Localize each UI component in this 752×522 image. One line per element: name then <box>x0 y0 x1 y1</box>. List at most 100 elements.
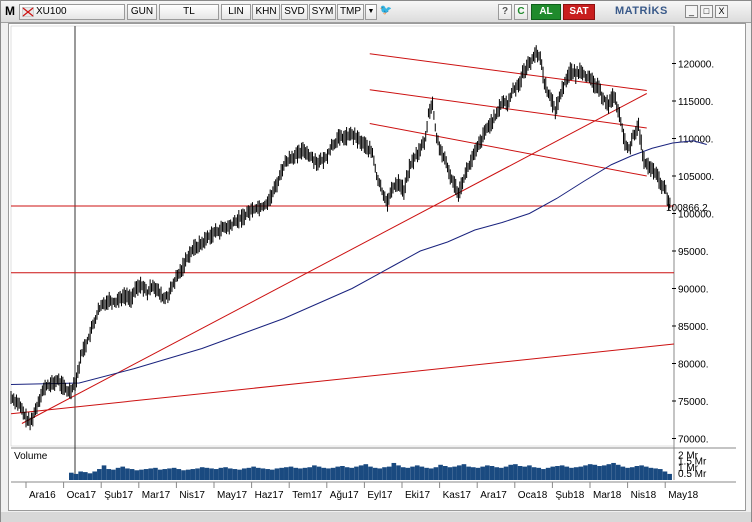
volume-bar <box>634 466 640 480</box>
volume-bar <box>583 465 588 480</box>
x-tick-label: Eki17 <box>405 490 430 501</box>
volume-bar <box>438 464 443 480</box>
volume-bar <box>78 471 83 480</box>
volume-bar <box>134 470 140 480</box>
volume-bar <box>363 464 369 480</box>
x-tick-label: Haz17 <box>255 490 284 501</box>
price-chart[interactable]: 70000.75000.80000.85000.90000.95000.1000… <box>9 24 745 510</box>
moving-average-line <box>10 140 707 385</box>
volume-bar <box>513 464 518 480</box>
volume-bar <box>354 466 359 480</box>
symbol-label: XU100 <box>36 6 67 17</box>
volume-bar <box>620 466 626 480</box>
sym-button[interactable]: SYM <box>309 4 336 20</box>
c-button[interactable]: C <box>514 4 528 20</box>
help-icon[interactable]: ? <box>498 4 512 20</box>
volume-bar <box>405 467 411 480</box>
chart-window: M XU100 GUN TL LIN KHN SVD SYM TMP ▼ 🐦 ?… <box>0 0 752 522</box>
volume-bar <box>125 468 130 480</box>
sell-button[interactable]: SAT <box>563 4 595 20</box>
y-tick-label: 120000. <box>678 60 714 71</box>
volume-bar <box>391 462 397 480</box>
volume-bar <box>181 470 186 480</box>
volume-bar <box>499 467 504 480</box>
volume-bar <box>199 467 205 480</box>
volume-bar <box>625 467 630 480</box>
volume-bar <box>153 467 158 480</box>
symbol-selector[interactable]: XU100 <box>19 4 125 20</box>
toolbar: M XU100 GUN TL LIN KHN SVD SYM TMP ▼ 🐦 ?… <box>1 1 751 23</box>
volume-bar <box>213 469 219 480</box>
svd-button[interactable]: SVD <box>281 4 308 20</box>
volume-bar <box>162 469 168 480</box>
volume-bar <box>106 469 112 480</box>
x-tick-label: Nis18 <box>631 490 657 501</box>
volume-bar <box>87 473 93 480</box>
x-tick-label: Şub17 <box>104 490 133 501</box>
volume-bar <box>190 469 196 480</box>
volume-bar <box>414 465 420 480</box>
volume-bar <box>447 467 453 480</box>
menu-button[interactable]: M <box>3 4 17 20</box>
volume-bar <box>97 469 102 480</box>
buy-button[interactable]: AL <box>531 4 561 20</box>
volume-bar <box>489 466 495 480</box>
volume-bar <box>330 467 336 480</box>
volume-bar <box>606 464 612 480</box>
dropdown-arrow-button[interactable]: ▼ <box>365 4 377 20</box>
volume-bar <box>442 466 448 480</box>
period-button[interactable]: GUN <box>127 4 157 20</box>
volume-bar <box>204 467 210 480</box>
x-axis: Ara16 Oca17 Şub17 Mar17 Nis17 May17 Haz17 Tem17… <box>11 481 736 501</box>
volume-bar <box>400 467 406 480</box>
volume-bar <box>251 466 256 480</box>
x-tick-label: Mar18 <box>593 490 622 501</box>
x-tick-label: May18 <box>668 490 698 501</box>
close-button[interactable]: X <box>715 5 728 18</box>
volume-bar <box>195 468 200 480</box>
y-tick-label: 85000. <box>678 322 709 333</box>
trendline-channel-upper <box>369 53 647 91</box>
volume-bar <box>358 465 364 480</box>
currency-button[interactable]: TL <box>159 4 219 20</box>
volume-bar <box>349 467 355 480</box>
volume-bar <box>667 473 672 480</box>
volume-bar <box>396 465 401 480</box>
minimize-button[interactable]: _ <box>685 5 698 18</box>
volume-bar <box>424 467 429 480</box>
maximize-button[interactable]: □ <box>700 5 713 18</box>
x-tick-label: Ara16 <box>29 490 56 501</box>
volume-bar <box>587 464 593 480</box>
x-tick-label: Mar17 <box>142 490 171 501</box>
scrollbar[interactable] <box>1 512 751 522</box>
scale-lin-button[interactable]: LIN <box>221 4 251 20</box>
volume-bar <box>326 468 331 480</box>
volume-bar <box>494 467 499 480</box>
x-tick-label: Kas17 <box>443 490 472 501</box>
volume-bar <box>592 464 598 480</box>
tmp-button[interactable]: TMP <box>337 4 364 20</box>
volume-bar <box>461 464 467 480</box>
volume-bar <box>284 467 289 480</box>
khn-button[interactable]: KHN <box>252 4 280 20</box>
y-tick-label: 75000. <box>678 397 709 408</box>
volume-bar <box>653 468 658 480</box>
twitter-icon[interactable]: 🐦 <box>378 4 394 20</box>
last-price-label: 100866.2 <box>666 203 708 214</box>
volume-bar <box>120 466 126 480</box>
chart-area[interactable]: 70000. 75000. 80000. 85000. 90000. 95000. 1000… <box>8 23 746 511</box>
volume-bar <box>167 468 172 480</box>
trendline-support-long <box>10 343 675 415</box>
volume-bar <box>573 467 579 480</box>
volume-bar <box>452 466 457 480</box>
volume-bar <box>129 469 135 480</box>
price-panel: 70000.75000.80000.85000.90000.95000.1000… <box>10 25 736 480</box>
x-tick-label: Ağu17 <box>330 490 359 501</box>
volume-bar <box>386 466 392 480</box>
volume-bar <box>312 465 317 480</box>
brand-logo: MATRİKS <box>615 5 668 17</box>
volume-bar <box>433 467 439 480</box>
volume-bar <box>471 467 476 480</box>
volume-bar <box>92 471 97 480</box>
volume-bar <box>485 465 490 480</box>
